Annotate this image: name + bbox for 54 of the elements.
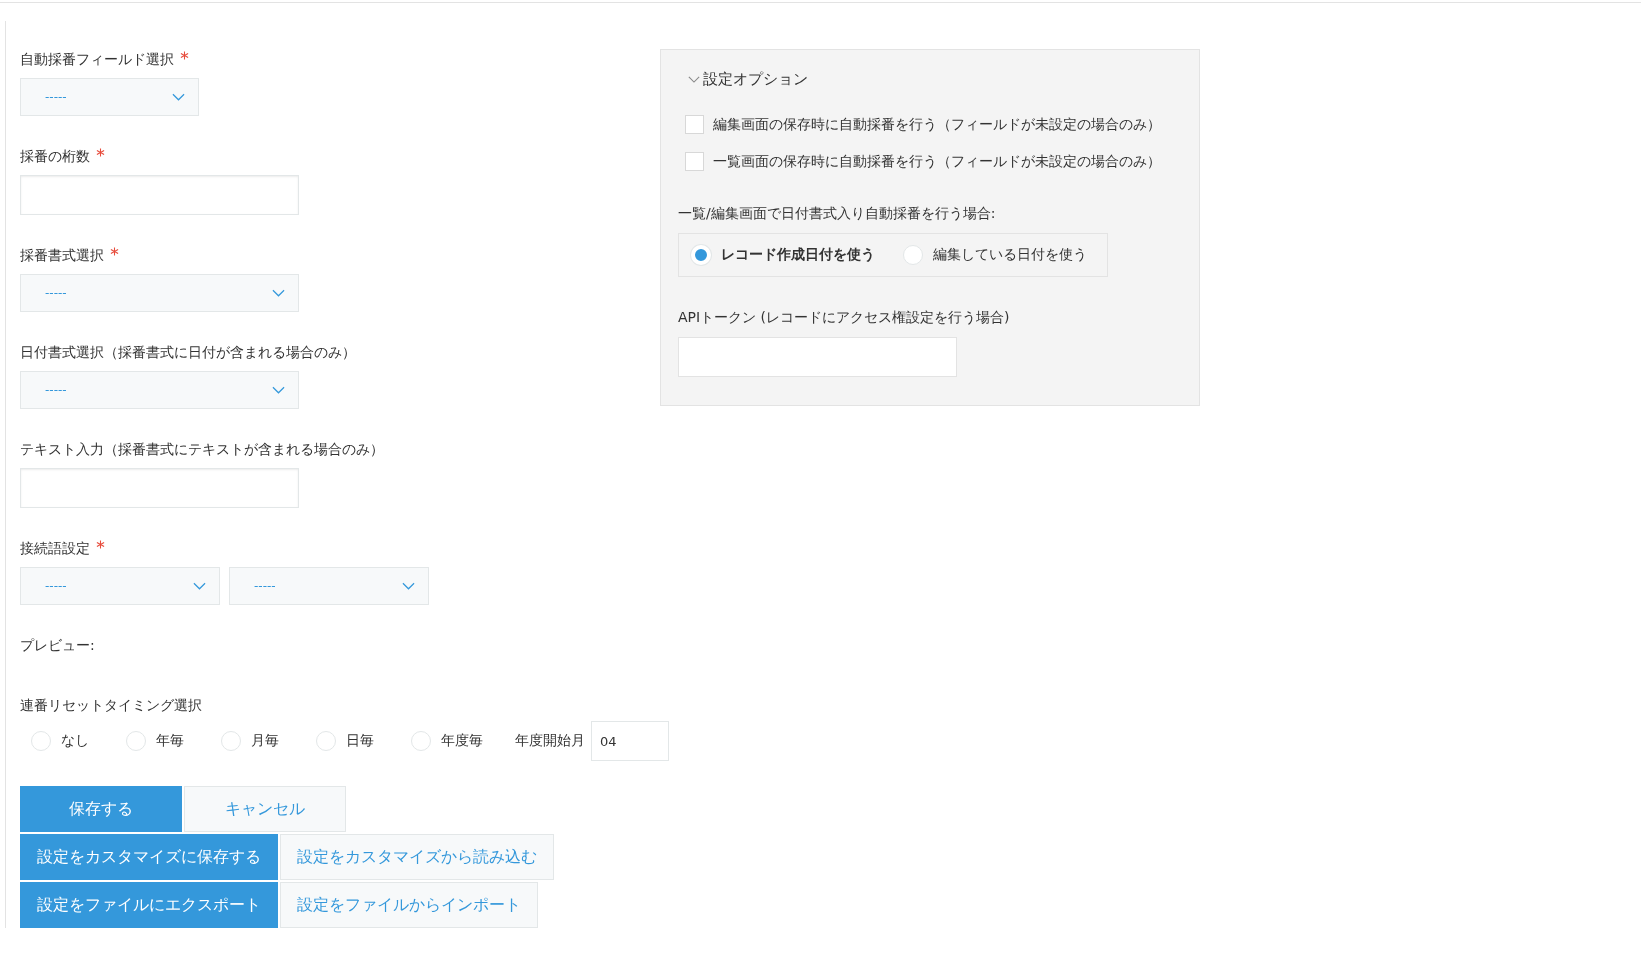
primary-button[interactable]: 設定をカスタマイズに保存する — [20, 834, 278, 880]
radio-button[interactable] — [411, 731, 431, 751]
field-label: 年度開始月 — [515, 732, 585, 750]
field-label: APIトークン (レコードにアクセス権設定を行う場合) — [678, 309, 1011, 327]
field-label: テキスト入力（採番書式にテキストが含まれる場合のみ） — [20, 441, 384, 459]
chevron-down-icon — [402, 582, 415, 590]
checkbox-label: 一覧画面の保存時に自動採番を行う（フィールドが未設定の場合のみ） — [713, 152, 1161, 171]
month-input[interactable]: 04 — [591, 721, 669, 761]
secondary-button[interactable]: 設定をカスタマイズから読み込む — [280, 834, 554, 880]
preview-label: プレビュー: — [20, 637, 96, 655]
chevron-down-icon — [172, 93, 185, 101]
radio-label: 年毎 — [156, 732, 184, 750]
field-label: 採番の桁数 — [20, 148, 90, 166]
secondary-button[interactable]: 設定をファイルからインポート — [280, 882, 538, 928]
chevron-down-icon — [272, 386, 285, 394]
radio-label: 年度毎 — [441, 732, 483, 750]
dropdown[interactable]: ----- — [20, 371, 299, 409]
chevron-down-icon — [193, 582, 206, 590]
field-label: 連番リセットタイミング選択 — [20, 697, 203, 715]
radio-button[interactable] — [903, 245, 923, 265]
radio-label: 日毎 — [346, 732, 374, 750]
primary-button[interactable]: 保存する — [20, 786, 182, 832]
radio-button[interactable] — [31, 731, 51, 751]
primary-button[interactable]: 設定をファイルにエクスポート — [20, 882, 278, 928]
radio-label: レコード作成日付を使う — [721, 246, 875, 264]
field-label: 日付書式選択（採番書式に日付が含まれる場合のみ） — [20, 344, 356, 362]
checkbox[interactable] — [685, 115, 704, 134]
checkbox-label: 編集画面の保存時に自動採番を行う（フィールドが未設定の場合のみ） — [713, 115, 1161, 134]
required-icon — [110, 247, 119, 256]
input-field[interactable] — [20, 468, 299, 508]
required-icon — [180, 51, 189, 60]
required-icon — [96, 540, 105, 549]
radio-label: 月毎 — [251, 732, 279, 750]
input-field[interactable] — [20, 175, 299, 215]
field-label: 一覧/編集画面で日付書式入り自動採番を行う場合: — [678, 205, 997, 223]
dropdown[interactable]: ----- — [229, 567, 429, 605]
field-label: 接続語設定 — [20, 540, 90, 558]
dropdown[interactable]: ----- — [20, 567, 220, 605]
field-label: 採番書式選択 — [20, 247, 104, 265]
field-label: 自動採番フィールド選択 — [20, 51, 174, 69]
checkbox[interactable] — [685, 152, 704, 171]
chevron-down-icon — [272, 289, 285, 297]
panel-title[interactable]: 設定オプション — [703, 70, 808, 89]
radio-button[interactable] — [316, 731, 336, 751]
radio-button[interactable] — [126, 731, 146, 751]
required-icon — [96, 148, 105, 157]
dropdown[interactable]: ----- — [20, 274, 299, 312]
radio-label: 編集している日付を使う — [933, 246, 1087, 264]
token-input[interactable] — [678, 337, 957, 377]
radio-label: なし — [61, 732, 89, 750]
radio-button[interactable] — [221, 731, 241, 751]
chevron-down-icon[interactable] — [688, 76, 700, 83]
secondary-button[interactable]: キャンセル — [184, 786, 346, 832]
dropdown[interactable]: ----- — [20, 78, 199, 116]
